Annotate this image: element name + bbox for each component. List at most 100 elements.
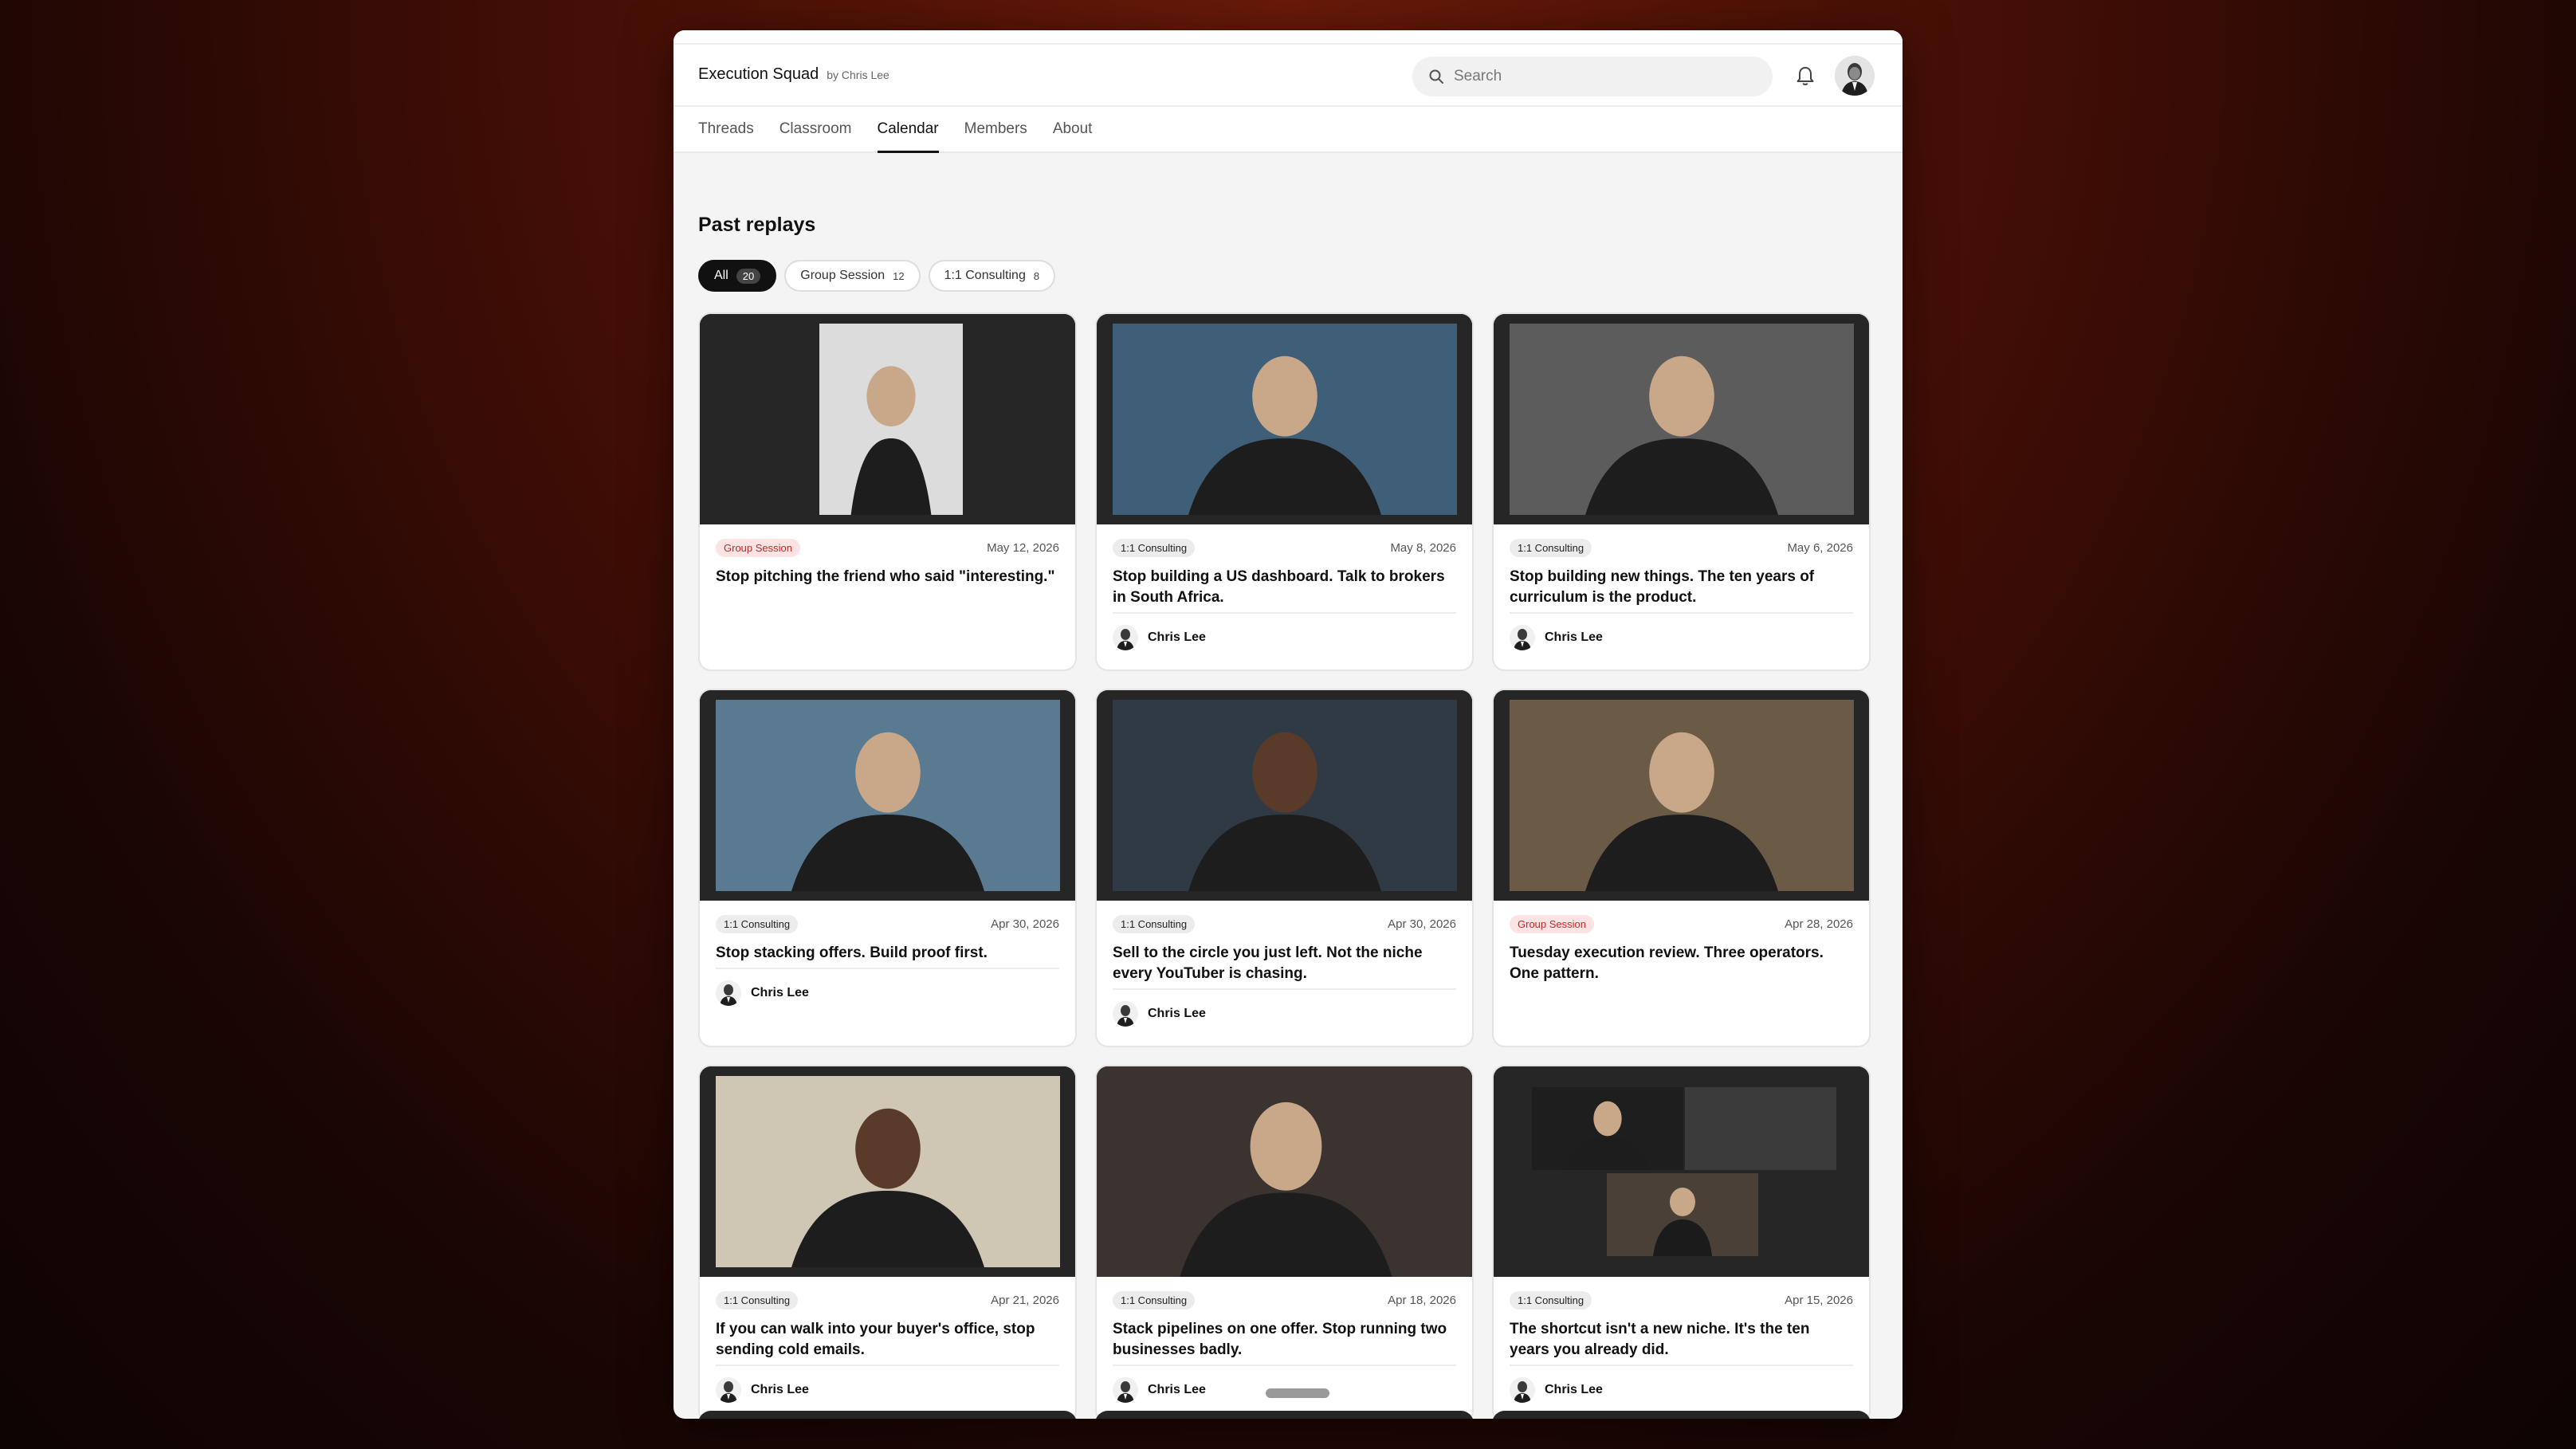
author-avatar [1113,1001,1138,1027]
replay-author[interactable]: Chris Lee [716,1377,809,1403]
tab-about[interactable]: About [1053,105,1093,153]
session-type-badge: 1:1 Consulting [716,915,799,933]
session-type-badge: Group Session [1510,915,1594,933]
replay-title[interactable]: Sell to the circle you just left. Not th… [1113,943,1456,984]
author-name: Chris Lee [1148,630,1206,644]
replay-date: Apr 30, 2026 [1388,917,1456,931]
replay-date: Apr 15, 2026 [1785,1294,1853,1307]
session-type-badge: 1:1 Consulting [1113,1291,1196,1310]
filter-all[interactable]: All 20 [698,260,777,292]
replay-date: Apr 28, 2026 [1785,917,1853,931]
filter-label: Group Session [800,269,886,282]
author-avatar [716,1377,741,1403]
replay-thumbnail[interactable] [700,1066,1075,1277]
filter-consulting[interactable]: 1:1 Consulting 8 [928,260,1056,292]
session-type-badge: 1:1 Consulting [1510,539,1592,557]
replay-meta: 1:1 Consulting May 6, 2026 [1510,539,1853,557]
replay-card[interactable]: 1:1 Consulting Apr 30, 2026 Stop stacking … [698,689,1077,1047]
community-title[interactable]: Execution Squad by Chris Lee [698,65,889,84]
replay-author[interactable]: Chris Lee [716,980,809,1006]
replay-thumbnail[interactable] [1494,1066,1869,1277]
replay-author[interactable]: Chris Lee [1113,625,1206,650]
replay-card[interactable]: Group Session May 12, 2026 Stop pitching t… [698,312,1077,671]
replay-author[interactable]: Chris Lee [1510,625,1603,650]
nav-tabs: Threads Classroom Calendar Members About [698,105,1092,153]
tab-calendar[interactable]: Calendar [877,105,939,153]
replay-title[interactable]: If you can walk into your buyer's office… [716,1319,1059,1361]
tab-classroom[interactable]: Classroom [779,105,852,153]
replay-meta: 1:1 Consulting Apr 21, 2026 [716,1291,1059,1310]
replay-thumbnail[interactable] [1097,1066,1472,1277]
replay-date: Apr 18, 2026 [1388,1294,1456,1307]
author-avatar [1510,1377,1535,1403]
author-avatar [1510,625,1535,650]
replay-date: May 8, 2026 [1390,541,1456,555]
replay-thumbnail[interactable] [1097,314,1472,524]
community-byline: by Chris Lee [827,69,889,81]
session-type-badge: Group Session [716,539,800,557]
filter-count: 8 [1033,269,1040,282]
replay-title[interactable]: The shortcut isn't a new niche. It's the… [1510,1319,1853,1361]
card-divider [1113,1365,1456,1366]
replay-title[interactable]: Tuesday execution review. Three operator… [1510,943,1853,984]
replay-card-partial[interactable] [1492,1411,1871,1419]
author-avatar [1113,625,1138,650]
page-title: Past replays [698,214,816,236]
author-name: Chris Lee [751,1383,809,1396]
replay-meta: Group Session May 12, 2026 [716,539,1059,557]
author-name: Chris Lee [1148,1007,1206,1020]
replay-date: Apr 21, 2026 [991,1294,1059,1307]
tab-threads[interactable]: Threads [698,105,754,153]
user-avatar[interactable] [1835,56,1875,96]
card-divider [1510,1365,1853,1366]
bell-icon[interactable] [1793,64,1817,88]
replay-thumbnail[interactable] [1494,690,1869,901]
replay-title[interactable]: Stop pitching the friend who said "inter… [716,567,1059,587]
replay-thumbnail[interactable] [1494,314,1869,524]
community-name[interactable]: Execution Squad [698,65,819,84]
author-avatar [1113,1377,1138,1403]
replay-thumbnail[interactable] [700,690,1075,901]
session-type-badge: 1:1 Consulting [716,1291,799,1310]
replay-date: Apr 30, 2026 [991,917,1059,931]
scroll-handle[interactable] [1266,1388,1329,1398]
filter-label: 1:1 Consulting [944,269,1026,282]
replay-meta: 1:1 Consulting Apr 15, 2026 [1510,1291,1853,1310]
search-input[interactable]: Search [1412,57,1773,96]
author-name: Chris Lee [1545,630,1603,644]
author-name: Chris Lee [751,986,809,999]
card-divider [1510,612,1853,614]
replay-card-partial[interactable] [1095,1411,1474,1419]
replay-card[interactable]: 1:1 Consulting May 6, 2026 Stop building n… [1492,312,1871,671]
replay-title[interactable]: Stop building a US dashboard. Talk to br… [1113,567,1456,608]
filter-group-session[interactable]: Group Session 12 [784,260,921,292]
replay-date: May 6, 2026 [1787,541,1853,555]
replay-meta: Group Session Apr 28, 2026 [1510,915,1853,933]
search-placeholder: Search [1454,68,1502,84]
replay-meta: 1:1 Consulting Apr 30, 2026 [1113,915,1456,933]
replay-card[interactable]: 1:1 Consulting May 8, 2026 Stop building a… [1095,312,1474,671]
replay-author[interactable]: Chris Lee [1113,1377,1206,1403]
replay-meta: 1:1 Consulting Apr 30, 2026 [716,915,1059,933]
card-divider [1113,988,1456,990]
replay-meta: 1:1 Consulting Apr 18, 2026 [1113,1291,1456,1310]
replay-title[interactable]: Stack pipelines on one offer. Stop runni… [1113,1319,1456,1361]
replay-card[interactable]: 1:1 Consulting Apr 30, 2026 Sell to the ci… [1095,689,1474,1047]
app-window: Execution Squad by Chris Lee Search Thre… [673,30,1903,1419]
replay-title[interactable]: Stop building new things. The ten years … [1510,567,1853,608]
replay-author[interactable]: Chris Lee [1113,1001,1206,1027]
replay-title[interactable]: Stop stacking offers. Build proof first. [716,943,1059,964]
replay-card[interactable]: 1:1 Consulting Apr 15, 2026 The shortcut i… [1492,1065,1871,1419]
replay-author[interactable]: Chris Lee [1510,1377,1603,1403]
author-name: Chris Lee [1148,1383,1206,1396]
replay-card[interactable]: 1:1 Consulting Apr 21, 2026 If you can wal… [698,1065,1077,1419]
replay-card[interactable]: 1:1 Consulting Apr 18, 2026 Stack pipeline… [1095,1065,1474,1419]
top-bar: Execution Squad by Chris Lee Search Thre… [673,30,1903,153]
tab-members[interactable]: Members [964,105,1027,153]
session-type-badge: 1:1 Consulting [1510,1291,1592,1310]
replay-card-partial[interactable] [698,1411,1077,1419]
replay-card[interactable]: Group Session Apr 28, 2026 Tuesday executi… [1492,689,1871,1047]
replay-thumbnail[interactable] [1097,690,1472,901]
replay-thumbnail[interactable] [700,314,1075,524]
replay-date: May 12, 2026 [987,541,1059,555]
